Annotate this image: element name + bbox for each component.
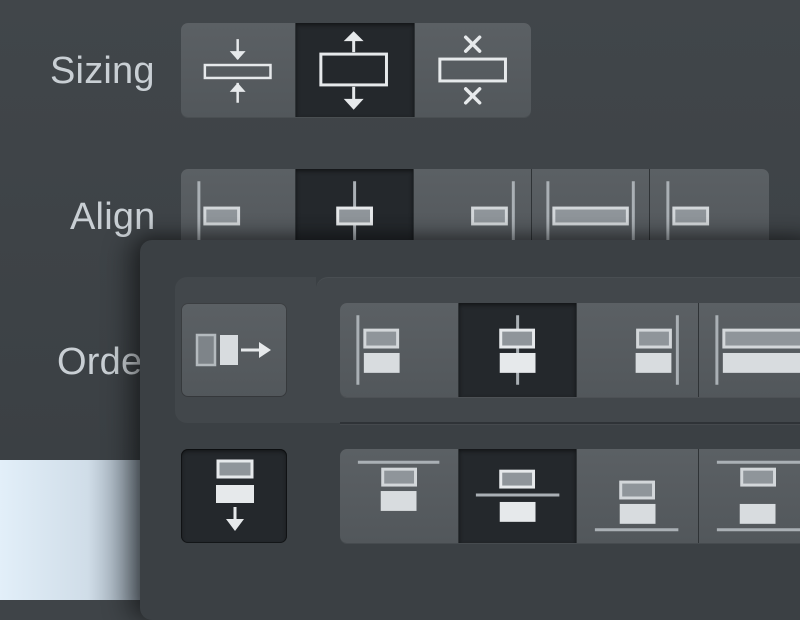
sizing-label: Sizing — [50, 50, 155, 92]
cross-align-segmented-control — [340, 303, 800, 397]
direction-horizontal-icon — [195, 333, 271, 367]
divider — [340, 422, 800, 424]
direction-vertical-button[interactable] — [181, 449, 287, 543]
cross-align-stretch-icon — [715, 315, 800, 385]
main-align-end-button[interactable] — [577, 449, 699, 543]
sizing-segmented-control — [181, 23, 531, 117]
main-align-between-button[interactable] — [698, 449, 800, 543]
cross-align-stretch-button[interactable] — [698, 303, 800, 397]
cross-align-center-button[interactable] — [459, 303, 578, 397]
cross-align-end-icon — [636, 315, 680, 385]
main-align-center-button[interactable] — [459, 449, 578, 543]
main-align-end-icon — [595, 480, 679, 532]
cross-align-end-button[interactable] — [577, 303, 699, 397]
cross-align-start-button[interactable] — [340, 303, 460, 397]
main-align-between-icon — [716, 460, 800, 532]
main-align-start-button[interactable] — [340, 449, 460, 543]
align-label: Align — [70, 196, 156, 238]
shrink-vertical-icon — [203, 39, 272, 103]
sizing-grow-button[interactable] — [296, 23, 415, 117]
order-label: Orde — [57, 341, 143, 383]
direction-vertical-icon — [216, 459, 254, 531]
cross-align-start-icon — [356, 315, 400, 385]
sizing-fixed-button[interactable] — [414, 23, 531, 117]
main-align-center-icon — [476, 469, 560, 522]
cross-align-center-icon — [499, 315, 536, 385]
main-align-start-icon — [357, 460, 440, 511]
canvas-preview — [0, 460, 160, 600]
main-align-segmented-control — [340, 449, 800, 543]
grow-vertical-icon — [319, 31, 389, 110]
sizing-fit-button[interactable] — [181, 23, 297, 117]
direction-horizontal-button[interactable] — [181, 303, 287, 397]
fixed-size-icon — [438, 35, 507, 105]
